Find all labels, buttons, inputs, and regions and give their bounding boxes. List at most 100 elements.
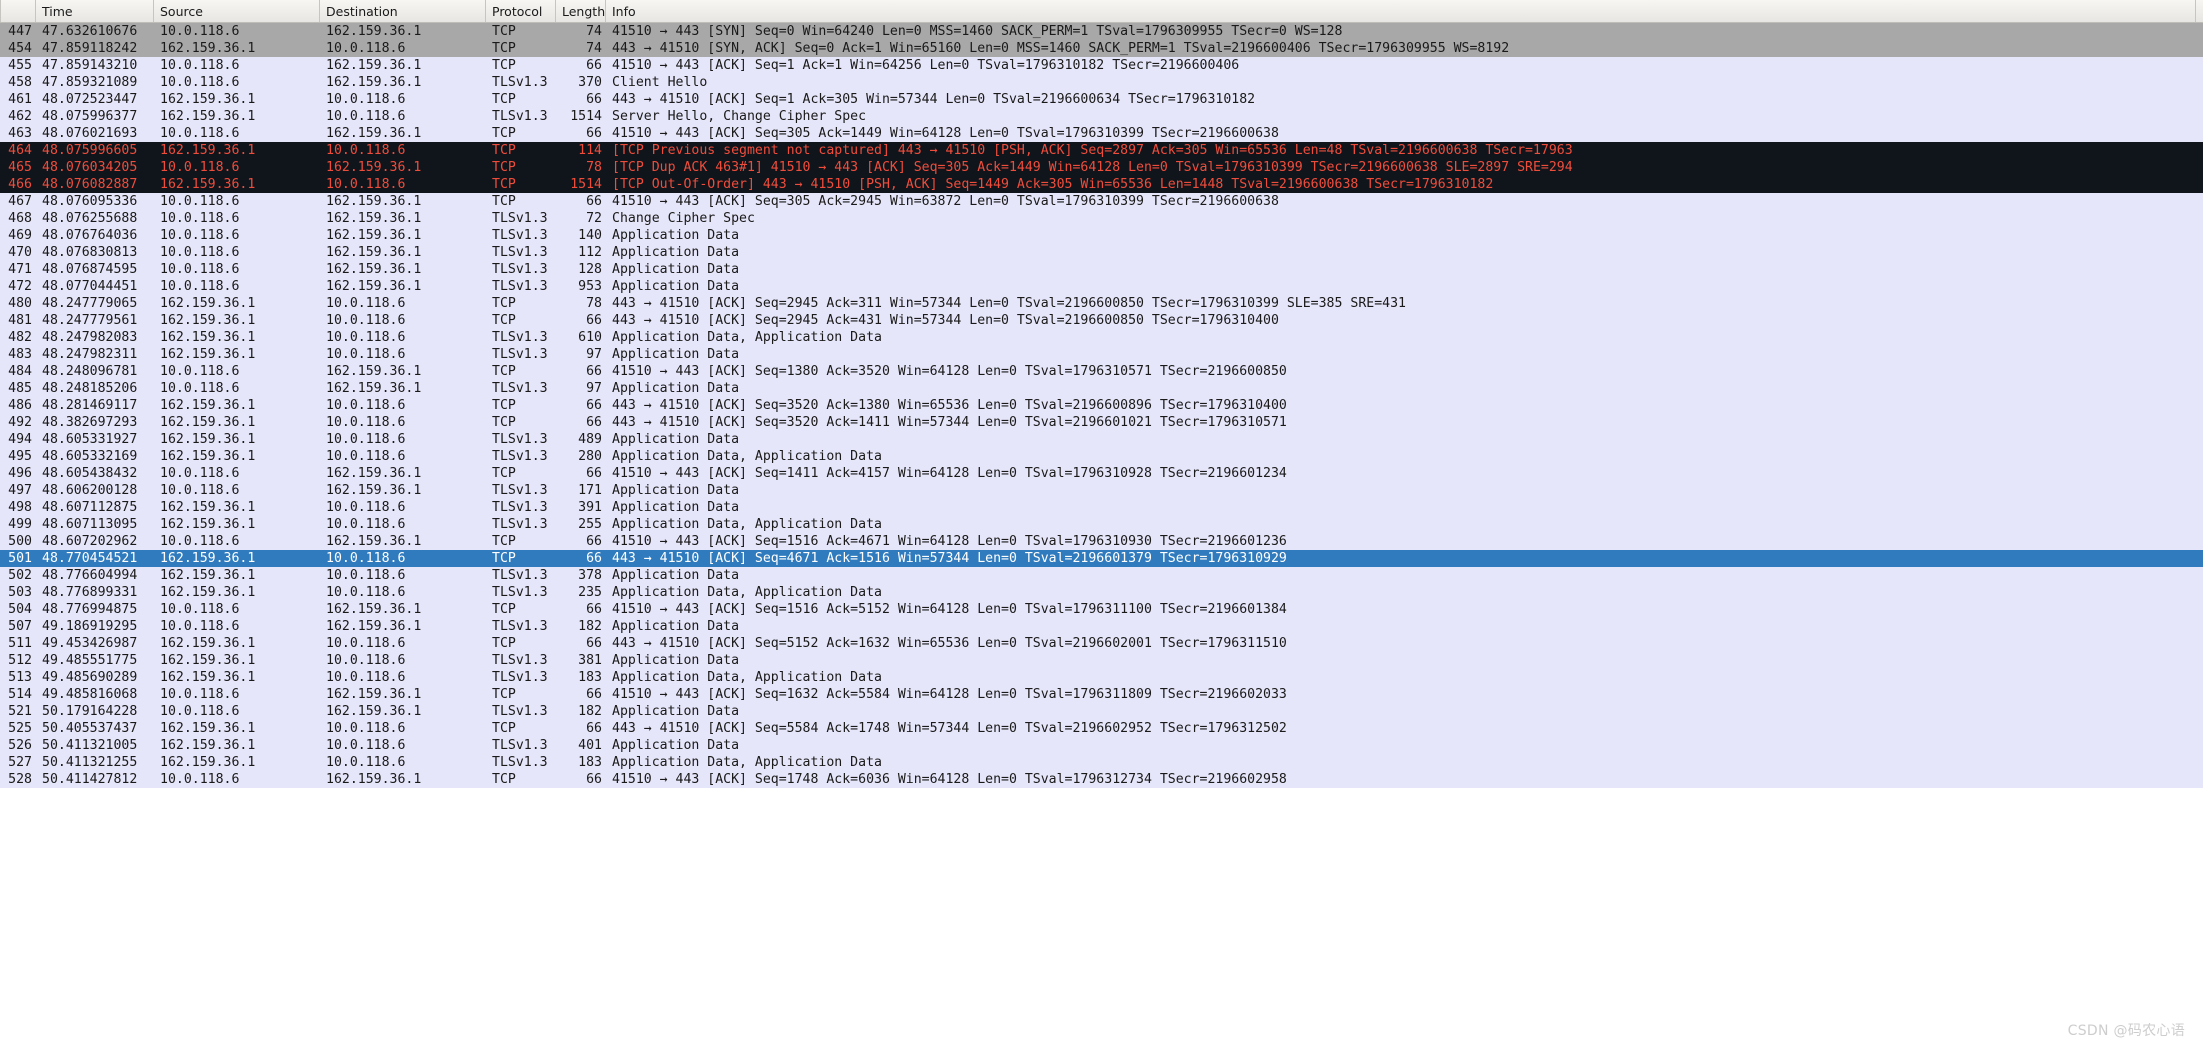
packet-row[interactable]: 47248.07704445110.0.118.6162.159.36.1TLS… (0, 278, 2203, 295)
packet-row[interactable]: 45847.85932108910.0.118.6162.159.36.1TLS… (0, 74, 2203, 91)
cell-time: 48.606200128 (36, 482, 154, 499)
packet-row[interactable]: 52550.405537437162.159.36.110.0.118.6TCP… (0, 720, 2203, 737)
packet-row[interactable]: 46248.075996377162.159.36.110.0.118.6TLS… (0, 108, 2203, 125)
packet-row[interactable]: 44747.63261067610.0.118.6162.159.36.1TCP… (0, 23, 2203, 40)
column-header-no[interactable] (0, 0, 36, 22)
packet-row[interactable]: 48348.247982311162.159.36.110.0.118.6TLS… (0, 346, 2203, 363)
packet-list-body[interactable]: 44747.63261067610.0.118.6162.159.36.1TCP… (0, 23, 2203, 1048)
packet-row[interactable]: 45547.85914321010.0.118.6162.159.36.1TCP… (0, 57, 2203, 74)
column-header-info[interactable]: Info (606, 0, 2196, 22)
cell-info: Application Data (606, 499, 2196, 516)
cell-dest: 162.159.36.1 (320, 703, 486, 720)
packet-row[interactable]: 49948.607113095162.159.36.110.0.118.6TLS… (0, 516, 2203, 533)
cell-source: 162.159.36.1 (154, 414, 320, 431)
cell-proto: TCP (486, 193, 556, 210)
cell-no: 501 (0, 550, 36, 567)
cell-length: 370 (556, 74, 606, 91)
cell-length: 66 (556, 635, 606, 652)
cell-dest: 162.159.36.1 (320, 465, 486, 482)
column-header-source[interactable]: Source (154, 0, 320, 22)
column-header-time[interactable]: Time (36, 0, 154, 22)
cell-length: 66 (556, 533, 606, 550)
cell-length: 66 (556, 550, 606, 567)
cell-time: 47.859143210 (36, 57, 154, 74)
packet-row[interactable]: 48048.247779065162.159.36.110.0.118.6TCP… (0, 295, 2203, 312)
packet-row[interactable]: 49248.382697293162.159.36.110.0.118.6TCP… (0, 414, 2203, 431)
cell-length: 114 (556, 142, 606, 159)
cell-no: 468 (0, 210, 36, 227)
cell-info: 41510 → 443 [ACK] Seq=1 Ack=1 Win=64256 … (606, 57, 2196, 74)
packet-row[interactable]: 48648.281469117162.159.36.110.0.118.6TCP… (0, 397, 2203, 414)
packet-row[interactable]: 51249.485551775162.159.36.110.0.118.6TLS… (0, 652, 2203, 669)
packet-row[interactable]: 48448.24809678110.0.118.6162.159.36.1TCP… (0, 363, 2203, 380)
cell-source: 162.159.36.1 (154, 737, 320, 754)
column-header-length[interactable]: Length (556, 0, 606, 22)
packet-row[interactable]: 46948.07676403610.0.118.6162.159.36.1TLS… (0, 227, 2203, 244)
packet-row[interactable]: 47048.07683081310.0.118.6162.159.36.1TLS… (0, 244, 2203, 261)
column-header-protocol[interactable]: Protocol (486, 0, 556, 22)
packet-row[interactable]: 49548.605332169162.159.36.110.0.118.6TLS… (0, 448, 2203, 465)
packet-row[interactable]: 51449.48581606810.0.118.6162.159.36.1TCP… (0, 686, 2203, 703)
packet-row[interactable]: 47148.07687459510.0.118.6162.159.36.1TLS… (0, 261, 2203, 278)
packet-row[interactable]: 50248.776604994162.159.36.110.0.118.6TLS… (0, 567, 2203, 584)
packet-row[interactable]: 46348.07602169310.0.118.6162.159.36.1TCP… (0, 125, 2203, 142)
cell-info: Application Data (606, 380, 2196, 397)
cell-no: 463 (0, 125, 36, 142)
cell-proto: TCP (486, 720, 556, 737)
cell-proto: TLSv1.3 (486, 329, 556, 346)
packet-row[interactable]: 49648.60543843210.0.118.6162.159.36.1TCP… (0, 465, 2203, 482)
packet-row[interactable]: 51149.453426987162.159.36.110.0.118.6TCP… (0, 635, 2203, 652)
packet-row[interactable]: 50148.770454521162.159.36.110.0.118.6TCP… (0, 550, 2203, 567)
cell-time: 48.072523447 (36, 91, 154, 108)
column-header-destination[interactable]: Destination (320, 0, 486, 22)
cell-time: 48.607202962 (36, 533, 154, 550)
cell-no: 470 (0, 244, 36, 261)
packet-row[interactable]: 49748.60620012810.0.118.6162.159.36.1TLS… (0, 482, 2203, 499)
packet-row[interactable]: 52150.17916422810.0.118.6162.159.36.1TLS… (0, 703, 2203, 720)
cell-no: 447 (0, 23, 36, 40)
packet-row[interactable]: 51349.485690289162.159.36.110.0.118.6TLS… (0, 669, 2203, 686)
packet-row[interactable]: 52650.411321005162.159.36.110.0.118.6TLS… (0, 737, 2203, 754)
cell-source: 162.159.36.1 (154, 108, 320, 125)
cell-length: 97 (556, 380, 606, 397)
packet-row[interactable]: 46448.075996605162.159.36.110.0.118.6TCP… (0, 142, 2203, 159)
packet-row[interactable]: 52750.411321255162.159.36.110.0.118.6TLS… (0, 754, 2203, 771)
packet-row[interactable]: 50749.18691929510.0.118.6162.159.36.1TLS… (0, 618, 2203, 635)
packet-row[interactable]: 49848.607112875162.159.36.110.0.118.6TLS… (0, 499, 2203, 516)
cell-no: 483 (0, 346, 36, 363)
packet-row[interactable]: 46548.07603420510.0.118.6162.159.36.1TCP… (0, 159, 2203, 176)
cell-proto: TCP (486, 771, 556, 788)
cell-source: 162.159.36.1 (154, 397, 320, 414)
cell-no: 471 (0, 261, 36, 278)
cell-no: 528 (0, 771, 36, 788)
cell-time: 49.186919295 (36, 618, 154, 635)
cell-proto: TLSv1.3 (486, 703, 556, 720)
cell-time: 48.247982311 (36, 346, 154, 363)
packet-row[interactable]: 48548.24818520610.0.118.6162.159.36.1TLS… (0, 380, 2203, 397)
cell-time: 48.076764036 (36, 227, 154, 244)
cell-info: Change Cipher Spec (606, 210, 2196, 227)
packet-row[interactable]: 48148.247779561162.159.36.110.0.118.6TCP… (0, 312, 2203, 329)
packet-row[interactable]: 45447.859118242162.159.36.110.0.118.6TCP… (0, 40, 2203, 57)
packet-row[interactable]: 46748.07609533610.0.118.6162.159.36.1TCP… (0, 193, 2203, 210)
cell-dest: 10.0.118.6 (320, 142, 486, 159)
packet-row[interactable]: 46848.07625568810.0.118.6162.159.36.1TLS… (0, 210, 2203, 227)
packet-row[interactable]: 48248.247982083162.159.36.110.0.118.6TLS… (0, 329, 2203, 346)
cell-time: 48.076830813 (36, 244, 154, 261)
packet-row[interactable]: 50348.776899331162.159.36.110.0.118.6TLS… (0, 584, 2203, 601)
cell-dest: 162.159.36.1 (320, 601, 486, 618)
packet-row[interactable]: 50048.60720296210.0.118.6162.159.36.1TCP… (0, 533, 2203, 550)
packet-row[interactable]: 52850.41142781210.0.118.6162.159.36.1TCP… (0, 771, 2203, 788)
cell-dest: 162.159.36.1 (320, 533, 486, 550)
cell-info: Application Data (606, 346, 2196, 363)
packet-row[interactable]: 46648.076082887162.159.36.110.0.118.6TCP… (0, 176, 2203, 193)
cell-proto: TCP (486, 312, 556, 329)
cell-no: 462 (0, 108, 36, 125)
packet-row[interactable]: 49448.605331927162.159.36.110.0.118.6TLS… (0, 431, 2203, 448)
packet-row[interactable]: 50448.77699487510.0.118.6162.159.36.1TCP… (0, 601, 2203, 618)
packet-row[interactable]: 46148.072523447162.159.36.110.0.118.6TCP… (0, 91, 2203, 108)
cell-length: 66 (556, 414, 606, 431)
cell-no: 485 (0, 380, 36, 397)
packet-list-header[interactable]: Time Source Destination Protocol Length … (0, 0, 2203, 23)
cell-source: 10.0.118.6 (154, 482, 320, 499)
